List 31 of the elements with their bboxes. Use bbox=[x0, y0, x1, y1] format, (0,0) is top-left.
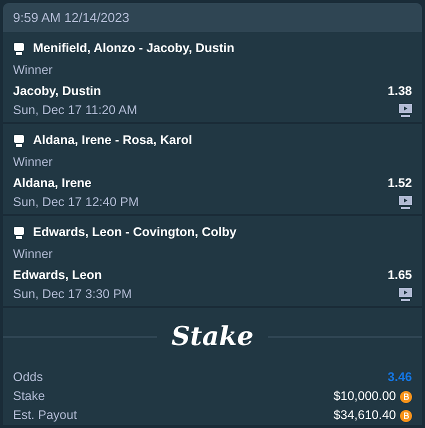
event-name: Edwards, Leon - Covington, Colby bbox=[33, 224, 236, 241]
summary-label: Est. Payout bbox=[13, 407, 77, 424]
market-name: Winner bbox=[13, 62, 53, 79]
glove-icon bbox=[13, 42, 25, 54]
event-date: Sun, Dec 17 3:30 PM bbox=[13, 286, 132, 303]
event-date: Sun, Dec 17 11:20 AM bbox=[13, 102, 138, 119]
odds-value: 1.52 bbox=[388, 175, 412, 192]
video-icon[interactable] bbox=[399, 196, 412, 209]
odds-value: 1.38 bbox=[388, 83, 412, 100]
event-name: Menifield, Alonzo - Jacoby, Dustin bbox=[33, 40, 234, 57]
event-name: Aldana, Irene - Rosa, Karol bbox=[33, 132, 192, 149]
summary-label: Odds bbox=[13, 369, 43, 386]
bet-timestamp: 9:59 AM 12/14/2023 bbox=[13, 8, 130, 27]
logo: Stake bbox=[171, 324, 254, 350]
amount-value: $34,610.40 bbox=[333, 407, 396, 424]
video-icon[interactable] bbox=[399, 104, 412, 117]
event-date: Sun, Dec 17 12:40 PM bbox=[13, 194, 139, 211]
video-icon[interactable] bbox=[399, 288, 412, 301]
selection-name: Jacoby, Dustin bbox=[13, 83, 101, 100]
total-odds: 3.46 bbox=[388, 369, 412, 386]
market-name: Winner bbox=[13, 154, 53, 171]
summary-label: Stake bbox=[13, 388, 45, 405]
glove-icon bbox=[13, 226, 25, 238]
market-name: Winner bbox=[13, 246, 53, 263]
amount-value: $10,000.00 bbox=[333, 388, 396, 406]
bitcoin-icon bbox=[400, 410, 412, 422]
bitcoin-icon bbox=[400, 390, 412, 402]
glove-icon bbox=[13, 134, 25, 146]
selection-name: Edwards, Leon bbox=[13, 267, 102, 284]
selection-name: Aldana, Irene bbox=[13, 175, 92, 192]
odds-value: 1.65 bbox=[388, 267, 412, 284]
